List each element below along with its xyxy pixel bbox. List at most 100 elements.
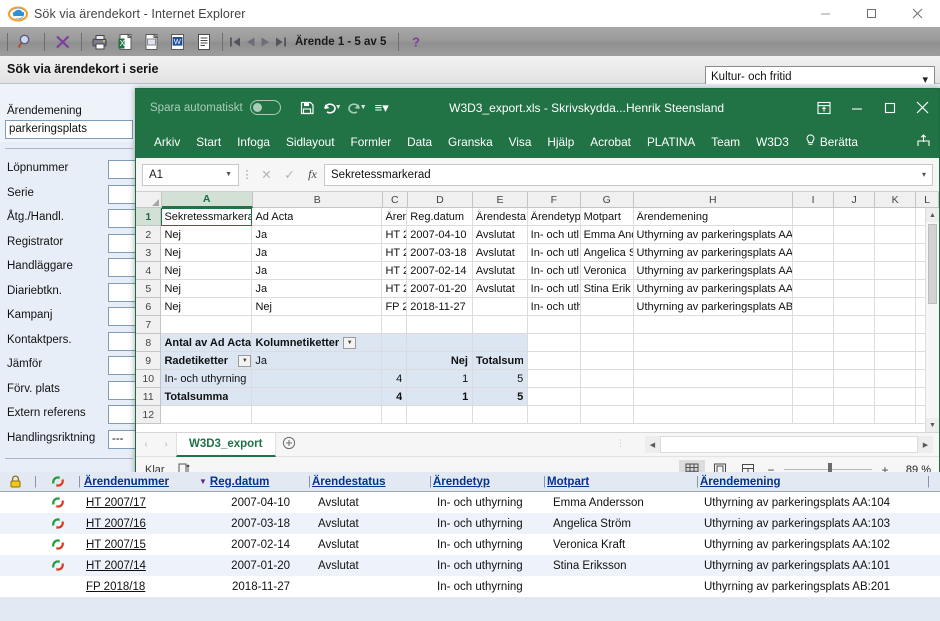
tab-split-handle[interactable]: ⋮ <box>616 438 626 449</box>
ribbon-tab-granska[interactable]: Granska <box>440 126 501 158</box>
save-icon[interactable] <box>297 98 317 118</box>
grid-cell-B6[interactable]: Nej <box>252 298 383 316</box>
grid-cell-J4[interactable] <box>833 262 875 280</box>
results-cell-arendenummer[interactable]: HT 2007/14 <box>84 555 199 576</box>
excel-maximize-button[interactable] <box>873 89 906 126</box>
column-header-E[interactable]: E <box>473 192 528 208</box>
select-all-corner[interactable] <box>136 192 162 208</box>
row-header-11[interactable]: 11 <box>136 388 162 406</box>
grid-cell-D4[interactable]: 2007-02-14 <box>407 262 473 280</box>
grid-cell-D7[interactable] <box>407 316 473 334</box>
grid-cell-K8[interactable] <box>874 334 916 352</box>
grid-cell-D8[interactable] <box>407 334 473 352</box>
grid-cell-K10[interactable] <box>874 370 916 388</box>
row-header-6[interactable]: 6 <box>136 298 162 316</box>
grid-cell-E11[interactable]: 5 <box>473 388 529 406</box>
grid-cell-C6[interactable]: FP 2 <box>382 298 408 316</box>
grid-cell-K9[interactable] <box>874 352 916 370</box>
results-link-arendenummer[interactable]: HT 2007/17 <box>86 497 146 509</box>
ribbon-tab-start[interactable]: Start <box>188 126 229 158</box>
results-header-arendestatus[interactable]: Ärendestatus <box>312 472 425 492</box>
grid-cell-B4[interactable]: Ja <box>252 262 383 280</box>
grid-cell-F3[interactable]: In- och utl <box>527 244 581 262</box>
column-header-C[interactable]: C <box>382 192 408 208</box>
export-xml-icon[interactable] <box>141 31 163 53</box>
grid-cell-E12[interactable] <box>472 406 528 424</box>
grid-cell-F11[interactable] <box>528 388 582 406</box>
results-link-arendenummer[interactable]: HT 2007/14 <box>86 560 146 572</box>
zoom-slider[interactable] <box>784 463 872 476</box>
expand-formula-bar-icon[interactable]: ▾ <box>922 170 926 179</box>
ie-maximize-button[interactable] <box>848 0 894 27</box>
grid-cell-G9[interactable] <box>580 352 634 370</box>
ribbon-tab-arkiv[interactable]: Arkiv <box>146 126 188 158</box>
grid-cell-I7[interactable] <box>792 316 834 334</box>
row-header-1[interactable]: 1 <box>136 208 162 226</box>
results-cell-arendenummer[interactable]: FP 2018/18 <box>84 576 199 597</box>
export-list-icon[interactable] <box>193 31 215 53</box>
grid-cell-C1[interactable]: Ären <box>382 208 408 226</box>
grid-vertical-scrollbar[interactable]: ▲ ▼ <box>925 208 939 432</box>
grid-cell-G3[interactable]: Angelica S <box>580 244 634 262</box>
grid-cell-B9[interactable]: Ja <box>252 352 383 370</box>
grid-cell-A1[interactable]: Sekretessmarkerad <box>161 208 253 226</box>
grid-cell-K1[interactable] <box>874 208 916 226</box>
grid-cell-F8[interactable] <box>527 334 581 352</box>
results-row[interactable]: HT 2007/15 2007-02-14 Avslutat In- och uthy… <box>0 534 940 555</box>
grid-cell-F1[interactable]: Ärendetyp <box>527 208 581 226</box>
grid-cell-C9[interactable] <box>382 352 408 370</box>
grid-cell-H5[interactable]: Uthyrning av parkeringsplats AA:101 <box>633 280 793 298</box>
grid-cell-A10[interactable]: In- och uthyrning <box>161 370 253 388</box>
grid-cell-A3[interactable]: Nej <box>161 244 253 262</box>
ribbon-tab-acrobat[interactable]: Acrobat <box>582 126 639 158</box>
share-icon[interactable] <box>916 134 931 151</box>
chevron-down-icon[interactable]: ▼ <box>225 171 232 178</box>
grid-cell-A12[interactable] <box>161 406 253 424</box>
grid-cell-I3[interactable] <box>792 244 834 262</box>
grid-cell-D12[interactable] <box>407 406 473 424</box>
grid-cell-I2[interactable] <box>792 226 834 244</box>
grid-cell-D10[interactable]: 1 <box>407 370 474 388</box>
grid-cell-A7[interactable] <box>161 316 253 334</box>
clear-x-icon[interactable] <box>52 31 74 53</box>
redo-icon[interactable]: ▼ <box>347 98 367 118</box>
pivot-filter-button-rows[interactable]: ▼ <box>238 354 252 367</box>
undo-icon[interactable]: ▼ <box>322 98 342 118</box>
results-link-arendenummer[interactable]: HT 2007/16 <box>86 518 146 530</box>
grid-cell-A4[interactable]: Nej <box>161 262 253 280</box>
redo-dropdown-icon[interactable]: ▼ <box>360 104 367 111</box>
grid-cell-B10[interactable] <box>252 370 383 388</box>
grid-cell-G10[interactable] <box>581 370 634 388</box>
add-sheet-icon[interactable] <box>276 436 302 453</box>
recycle-icon[interactable] <box>42 534 74 555</box>
grid-cell-J2[interactable] <box>833 226 875 244</box>
sheet-tab-w3d3-export[interactable]: W3D3_export <box>176 432 276 457</box>
grid-cell-I9[interactable] <box>792 352 834 370</box>
column-header-A[interactable]: A <box>161 192 253 208</box>
grid-cell-A11[interactable]: Totalsumma <box>161 388 253 406</box>
scroll-up-icon[interactable]: ▲ <box>926 208 939 222</box>
grid-cell-F9[interactable] <box>528 352 581 370</box>
results-link-arendenummer[interactable]: HT 2007/15 <box>86 539 146 551</box>
recycle-icon[interactable] <box>42 513 74 534</box>
scroll-right-icon[interactable]: ▶ <box>918 436 933 453</box>
results-row[interactable]: HT 2007/16 2007-03-18 Avslutat In- och uthy… <box>0 513 940 534</box>
next-sheet-icon[interactable]: › <box>156 439 176 450</box>
grid-cell-B7[interactable] <box>252 316 383 334</box>
tell-me-box[interactable]: Berätta <box>797 134 866 150</box>
grid-cell-I12[interactable] <box>792 406 834 424</box>
grid-cell-J11[interactable] <box>833 388 875 406</box>
export-word-icon[interactable]: W <box>167 31 189 53</box>
grid-cell-H12[interactable] <box>633 406 793 424</box>
grid-cell-J8[interactable] <box>833 334 875 352</box>
ribbon-tab-platina[interactable]: PLATINA <box>639 126 703 158</box>
recycle-icon[interactable] <box>42 555 74 576</box>
grid-cell-K11[interactable] <box>874 388 916 406</box>
grid-cell-F2[interactable]: In- och utl <box>527 226 581 244</box>
grid-cell-J9[interactable] <box>833 352 875 370</box>
column-header-G[interactable]: G <box>580 192 634 208</box>
horizontal-scroll-track[interactable] <box>660 436 918 453</box>
cancel-entry-button[interactable]: ✕ <box>255 167 278 182</box>
ribbon-tab-data[interactable]: Data <box>399 126 440 158</box>
grid-cell-E3[interactable]: Avslutat <box>472 244 528 262</box>
